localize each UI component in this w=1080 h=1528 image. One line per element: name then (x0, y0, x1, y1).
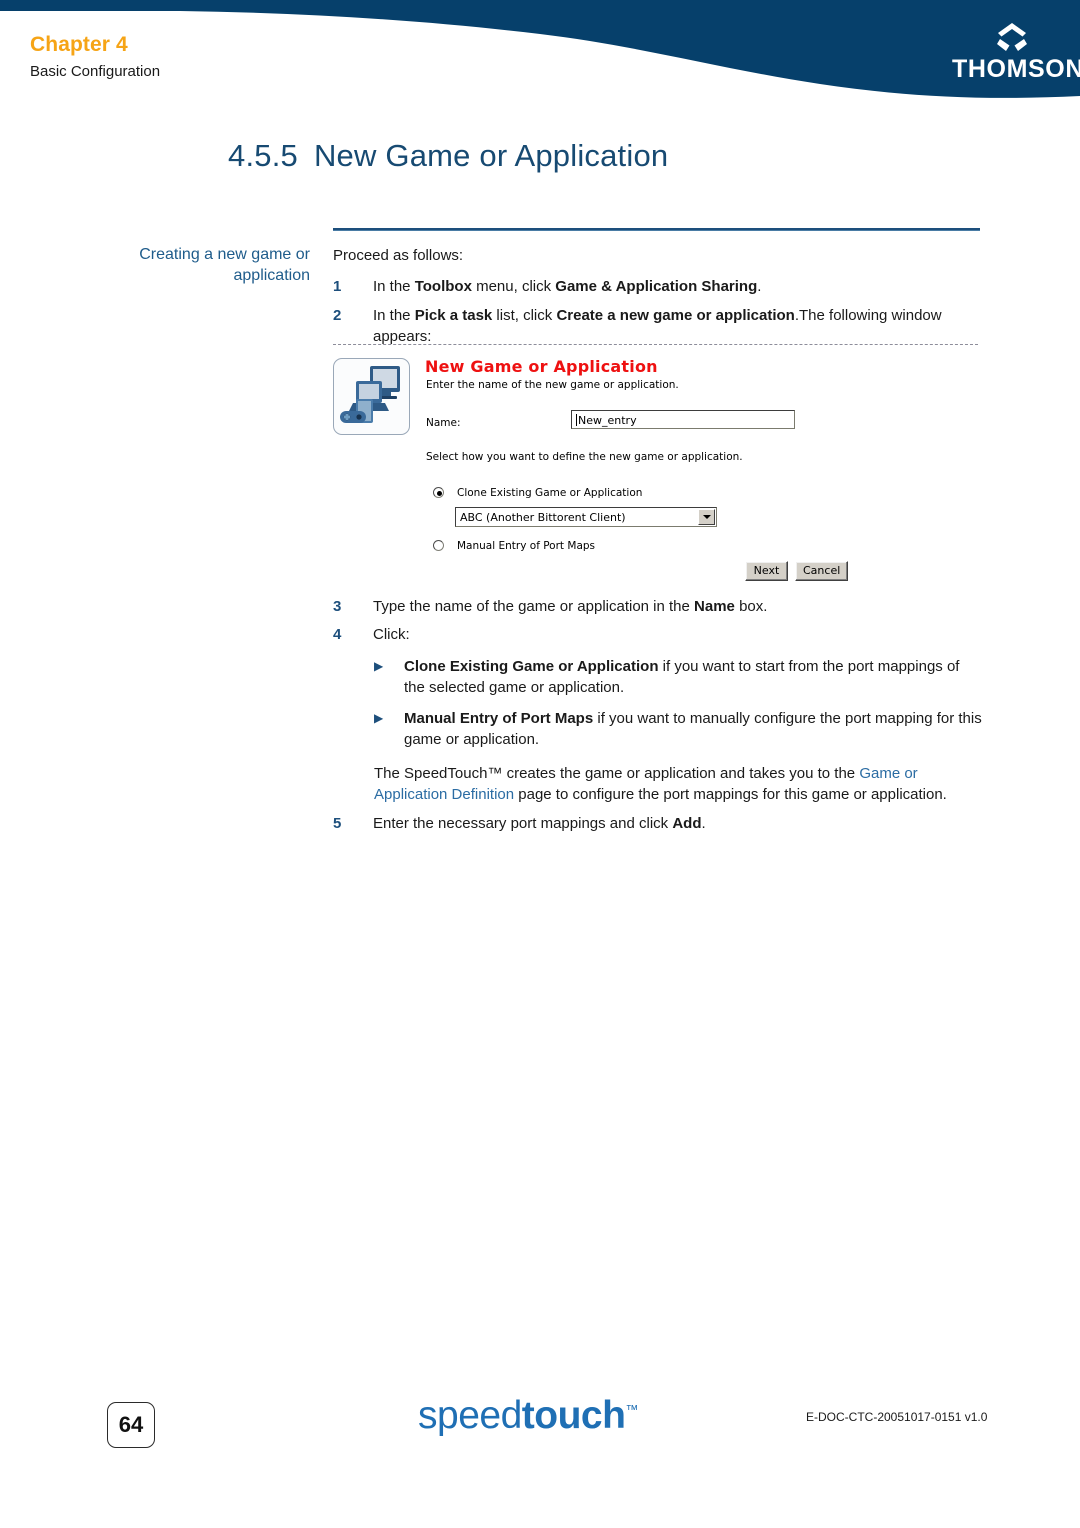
new-game-or-application-dialog: New Game or Application Enter the name o… (333, 355, 973, 587)
section-number: 4.5.5 (228, 138, 298, 173)
bullet-arrow-icon: ▶ (374, 658, 384, 673)
step-number: 1 (333, 278, 342, 296)
text-run: Enter the necessary port mappings and cl… (373, 815, 673, 833)
dialog-button-row: Next Cancel (745, 561, 849, 581)
dialog-subtitle: Enter the name of the new game or applic… (426, 379, 679, 391)
step-text: Click: (373, 624, 983, 645)
game-application-icon (333, 358, 410, 435)
thomson-mark-icon (997, 23, 1027, 51)
body-upper: Proceed as follows: 1 In the Toolbox menu… (333, 245, 983, 354)
chapter-title: Chapter 4 (30, 33, 128, 56)
bold-text: Manual Entry of Port Maps (404, 710, 594, 728)
thomson-logo: THOMSON (952, 22, 1080, 84)
text-run: menu, click (471, 278, 556, 296)
radio-clone-existing-icon[interactable] (433, 487, 444, 498)
step-number: 3 (333, 598, 342, 615)
step-number: 2 (333, 306, 342, 324)
speedtouch-logo-light: speed (418, 1394, 522, 1437)
radio-manual-entry[interactable]: Manual Entry of Port Maps (433, 540, 595, 552)
define-instruction: Select how you want to define the new ga… (426, 451, 743, 463)
page-number-box: 64 (107, 1402, 155, 1448)
radio-manual-entry-icon[interactable] (433, 540, 444, 551)
bullet-row: ▶ Manual Entry of Port Maps if you want t… (374, 708, 983, 751)
bold-text: Add (672, 815, 702, 833)
radio-clone-existing[interactable]: Clone Existing Game or Application (433, 487, 642, 499)
text-run: The SpeedTouch™ creates the game or appl… (374, 764, 860, 782)
step-row: 2 In the Pick a task list, click Create a… (333, 305, 983, 348)
bold-text: Name (694, 598, 735, 615)
step-number: 4 (333, 626, 342, 644)
page-title: 4.5.5 New Game or Application (228, 138, 668, 174)
speedtouch-logo-bold: touch (521, 1394, 626, 1437)
text-run: box. (734, 598, 768, 615)
step-text: In the Toolbox menu, click Game & Applic… (373, 276, 983, 297)
speedtouch-logo-tm: ™ (625, 1402, 638, 1417)
name-input-value: New_entry (578, 414, 637, 427)
text-run: Click: (373, 626, 410, 644)
header-banner-shape (0, 0, 1080, 98)
step-text: In the Pick a task list, click Create a … (373, 305, 983, 348)
bold-text: Pick a task (414, 306, 493, 324)
step-row: 5 Enter the necessary port mappings and c… (333, 813, 983, 834)
bullet-row: ▶ Clone Existing Game or Application if y… (374, 656, 983, 699)
document-id: E-DOC-CTC-20051017-0151 v1.0 (806, 1410, 988, 1424)
step-5: 5 Enter the necessary port mappings and c… (333, 813, 983, 834)
bullet-arrow-icon: ▶ (374, 711, 384, 726)
step-text: Type the name of the game or application… (373, 596, 983, 617)
text-caret (576, 414, 577, 426)
margin-heading: Creating a new game or application (139, 246, 310, 285)
bullet-text: Manual Entry of Port Maps if you want to… (404, 708, 983, 751)
bold-text: Clone Existing Game or Application (404, 657, 659, 675)
text-run: Type the name of the game or application… (373, 598, 695, 615)
step-row: 3 Type the name of the game or applicatio… (333, 596, 983, 617)
lead-text: Proceed as follows: (333, 247, 464, 264)
text-run: . (701, 815, 706, 833)
bold-text: Game & Application Sharing (555, 278, 758, 296)
dialog-heading: New Game or Application (425, 357, 658, 376)
text-run: list, click (492, 306, 557, 324)
step-row: 4 Click: (333, 624, 983, 645)
title-divider (333, 228, 980, 231)
cancel-button[interactable]: Cancel (795, 561, 849, 581)
bold-text: Create a new game or application (556, 306, 795, 324)
radio-clone-existing-label: Clone Existing Game or Application (457, 487, 643, 499)
chevron-down-icon[interactable] (698, 509, 715, 525)
radio-manual-entry-label: Manual Entry of Port Maps (457, 540, 596, 552)
clone-source-select[interactable]: ABC (Another Bittorent Client) (455, 507, 717, 527)
section-title-text: New Game or Application (313, 138, 669, 173)
bold-text: Toolbox (414, 278, 472, 296)
speedtouch-logo: speedtouch™ (418, 1396, 638, 1435)
text-run: In the (373, 306, 415, 324)
steps-upper-list: 1 In the Toolbox menu, click Game & Appli… (333, 276, 983, 347)
text-run: . (757, 278, 762, 296)
step-row: 1 In the Toolbox menu, click Game & Appli… (333, 276, 983, 297)
text-run: In the (373, 278, 415, 296)
step-text: Enter the necessary port mappings and cl… (373, 813, 983, 834)
screenshot-separator-top (333, 344, 978, 345)
thomson-wordmark: THOMSON (952, 55, 1080, 83)
bullet-list: ▶ Clone Existing Game or Application if y… (333, 656, 983, 751)
name-field-label: Name: (426, 417, 461, 429)
page-header (0, 0, 1080, 110)
next-button[interactable]: Next (745, 561, 788, 581)
body-lower: 3 Type the name of the game or applicatio… (333, 596, 983, 842)
bullet-text: Clone Existing Game or Application if yo… (404, 656, 983, 699)
name-input[interactable]: New_entry (571, 410, 795, 429)
text-run: page to configure the port mappings for … (514, 786, 947, 804)
closing-paragraph: The SpeedTouch™ creates the game or appl… (374, 763, 983, 806)
steps-lower-list: 3 Type the name of the game or applicatio… (333, 596, 983, 646)
step-number: 5 (333, 815, 342, 833)
chapter-block: Chapter 4 Basic Configuration (30, 33, 160, 80)
clone-source-value: ABC (Another Bittorent Client) (460, 511, 626, 524)
chapter-subtitle: Basic Configuration (30, 63, 161, 81)
